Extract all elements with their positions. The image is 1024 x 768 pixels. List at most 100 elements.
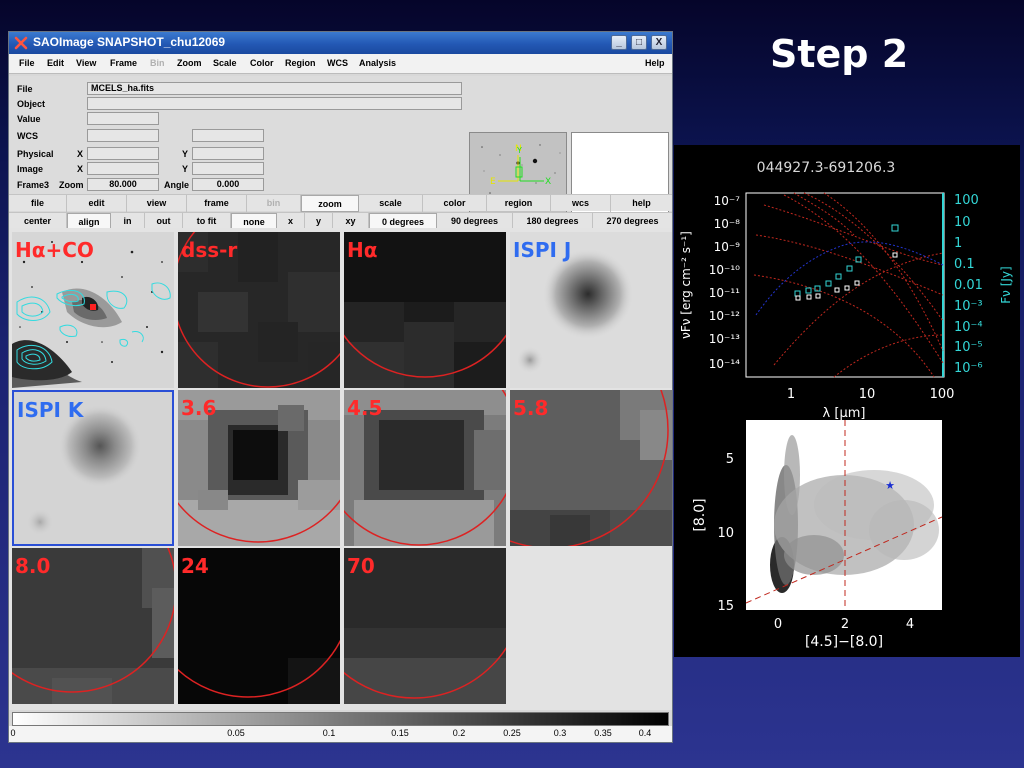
sed-ytick-5: 10⁻¹¹: [709, 286, 740, 300]
object-label: Object: [17, 99, 46, 109]
sed-y2tick-1: 100: [954, 193, 979, 208]
sed-xtick-10: 10: [859, 387, 876, 402]
cmd-star-marker: ★: [885, 479, 895, 492]
frame-ispi-k[interactable]: ISPI K: [12, 390, 174, 546]
sed-y2tick-6: 10⁻³: [954, 299, 983, 314]
frame-5-8[interactable]: 5.8: [510, 390, 672, 546]
cb-tick-0-25: 0.25: [503, 728, 521, 738]
minimize-button[interactable]: _: [611, 35, 627, 50]
sed-xtick-100: 100: [930, 387, 955, 402]
sed-points: [794, 224, 899, 301]
frame-label-ha-co: Hα+CO: [15, 238, 94, 262]
cmd-ytick-15: 15: [717, 599, 734, 614]
frame-70[interactable]: 70: [344, 548, 506, 704]
cmd-xtick-0: 0: [774, 617, 782, 632]
value-label: Value: [17, 114, 41, 124]
bbtn-wcs[interactable]: wcs: [551, 195, 611, 212]
physical-x-label: X: [77, 149, 84, 159]
sed-model-curves: [753, 192, 944, 378]
zoom-field: 80.000: [87, 178, 159, 191]
sed-ytick-4: 10⁻¹⁰: [709, 263, 740, 277]
menu-view[interactable]: View: [76, 58, 96, 68]
title-bar[interactable]: SAOImage SNAPSHOT_chu12069 _ □ X: [9, 32, 672, 54]
frame-label-3-6: 3.6: [181, 396, 217, 420]
menu-analysis[interactable]: Analysis: [359, 58, 396, 68]
sed-xtick-1: 1: [787, 387, 795, 402]
value-field: [87, 112, 159, 125]
menu-wcs[interactable]: WCS: [327, 58, 348, 68]
sed-ytick-7: 10⁻¹³: [709, 332, 740, 346]
sed-y2tick-8: 10⁻⁵: [954, 340, 983, 355]
menu-edit[interactable]: Edit: [47, 58, 64, 68]
sed-ytick-2: 10⁻⁸: [714, 217, 741, 231]
cb-tick-0: 0: [10, 728, 16, 738]
frame-label-4-5: 4.5: [347, 396, 383, 420]
frame-ha-co[interactable]: Hα+CO: [12, 232, 174, 388]
file-field: MCELS_ha.fits: [87, 82, 462, 95]
wcs-field-1: [87, 129, 159, 142]
bbtn-frame[interactable]: frame: [187, 195, 247, 212]
frame-24[interactable]: 24: [178, 548, 340, 704]
frame-8-0[interactable]: 8.0: [12, 548, 174, 704]
bbtn-zoom[interactable]: zoom: [301, 195, 359, 212]
bbtn-color[interactable]: color: [423, 195, 487, 212]
frame-label: Frame3: [17, 180, 50, 190]
physical-y-label: Y: [182, 149, 189, 159]
bbtn-file[interactable]: file: [9, 195, 67, 212]
object-field: [87, 97, 462, 110]
sed-title: 044927.3-691206.3: [757, 160, 896, 176]
cmd-ylabel: [8.0]: [692, 498, 708, 531]
bbtn-region[interactable]: region: [487, 195, 551, 212]
sed-y2label: Fν [Jy]: [999, 266, 1013, 303]
sed-y2tick-7: 10⁻⁴: [954, 320, 983, 335]
ds9-window: SAOImage SNAPSHOT_chu12069 _ □ X File Ed…: [8, 31, 673, 743]
wcs-label: WCS: [17, 131, 38, 141]
cb-tick-0-2: 0.2: [452, 728, 466, 738]
cmd-ytick-5: 5: [726, 452, 734, 467]
image-x-field: [87, 162, 159, 175]
menu-help[interactable]: Help: [645, 58, 665, 68]
sed-ytick-6: 10⁻¹²: [709, 309, 740, 323]
menu-frame[interactable]: Frame: [110, 58, 137, 68]
cmd-ytick-10: 10: [717, 526, 734, 541]
frame-4-5[interactable]: 4.5: [344, 390, 506, 546]
menu-file[interactable]: File: [19, 58, 35, 68]
image-y-label: Y: [182, 164, 189, 174]
colorbar[interactable]: [12, 712, 669, 726]
cmd-xtick-2: 2: [841, 617, 849, 632]
menu-bin: Bin: [150, 58, 165, 68]
frame-label-dss-r: dss-r: [181, 238, 238, 262]
bbtn-scale[interactable]: scale: [359, 195, 423, 212]
cb-tick-0-4: 0.4: [638, 728, 652, 738]
menu-zoom[interactable]: Zoom: [177, 58, 202, 68]
sed-y2tick-9: 10⁻⁶: [954, 361, 983, 376]
frame-ispi-j[interactable]: ISPI J: [510, 232, 672, 388]
menu-region[interactable]: Region: [285, 58, 316, 68]
physical-y-field: [192, 147, 264, 160]
bbtn-help[interactable]: help: [611, 195, 672, 212]
physical-label: Physical: [17, 149, 54, 159]
slide-title: Step 2: [770, 32, 909, 76]
menu-bar: File Edit View Frame Bin Zoom Scale Colo…: [9, 54, 672, 74]
app-x-icon: [14, 36, 28, 50]
physical-x-field: [87, 147, 159, 160]
frame-ha[interactable]: Hα: [344, 232, 506, 388]
bbtn-view[interactable]: view: [127, 195, 187, 212]
menu-scale[interactable]: Scale: [213, 58, 237, 68]
zoom-button-bar: center align in out to fit none x y xy 0…: [9, 212, 672, 230]
cb-tick-0-35: 0.35: [594, 728, 612, 738]
frame-dss-r[interactable]: dss-r: [178, 232, 340, 388]
panner-y-label: Y: [516, 146, 522, 155]
angle-field: 0.000: [192, 178, 264, 191]
image-label: Image: [17, 164, 44, 174]
sed-ylabel: νFν [erg cm⁻² s⁻¹]: [679, 231, 693, 339]
frame-3-6[interactable]: 3.6: [178, 390, 340, 546]
sed-xlabel: λ [μm]: [823, 406, 866, 421]
sed-and-cmd-figure: 044927.3-691206.3 10⁻⁷ 10⁻⁸ 10⁻⁹ 10⁻¹⁰ 1…: [674, 145, 1020, 657]
maximize-button[interactable]: □: [631, 35, 647, 50]
close-button[interactable]: X: [651, 35, 667, 50]
menu-color[interactable]: Color: [250, 58, 274, 68]
angle-label: Angle: [164, 180, 190, 190]
image-x-label: X: [77, 164, 84, 174]
bbtn-edit[interactable]: edit: [67, 195, 127, 212]
